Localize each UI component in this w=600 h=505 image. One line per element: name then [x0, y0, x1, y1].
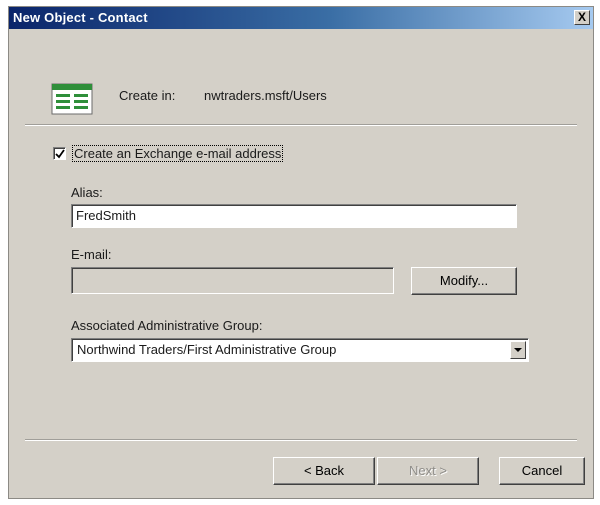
- close-button[interactable]: X: [574, 10, 590, 25]
- modify-button[interactable]: Modify...: [411, 267, 517, 295]
- close-icon: X: [577, 10, 586, 24]
- dropdown-arrow-button[interactable]: [510, 341, 526, 359]
- email-label: E-mail:: [71, 247, 112, 262]
- footer-divider: [25, 439, 577, 441]
- admin-group-value: Northwind Traders/First Administrative G…: [77, 342, 337, 357]
- header-divider: [25, 124, 577, 126]
- cancel-button[interactable]: Cancel: [499, 457, 585, 485]
- email-field: [71, 267, 394, 294]
- exchange-email-checkbox[interactable]: [53, 147, 66, 160]
- create-in-path: nwtraders.msft/Users: [204, 88, 327, 103]
- admin-group-label: Associated Administrative Group:: [71, 318, 263, 333]
- title-bar[interactable]: New Object - Contact X: [9, 7, 593, 29]
- create-in-label: Create in:: [119, 88, 176, 103]
- new-contact-dialog: New Object - Contact X Create in: nwtrad…: [8, 6, 594, 499]
- exchange-email-label[interactable]: Create an Exchange e-mail address: [71, 145, 284, 162]
- checkmark-icon: [55, 149, 65, 159]
- window-title: New Object - Contact: [13, 10, 148, 25]
- back-button[interactable]: < Back: [273, 457, 375, 485]
- alias-label: Alias:: [71, 185, 103, 200]
- contact-card-icon: [51, 83, 93, 118]
- alias-input[interactable]: FredSmith: [71, 204, 517, 228]
- admin-group-select[interactable]: Northwind Traders/First Administrative G…: [71, 338, 529, 362]
- next-button: Next >: [377, 457, 479, 485]
- chevron-down-icon: [514, 348, 522, 352]
